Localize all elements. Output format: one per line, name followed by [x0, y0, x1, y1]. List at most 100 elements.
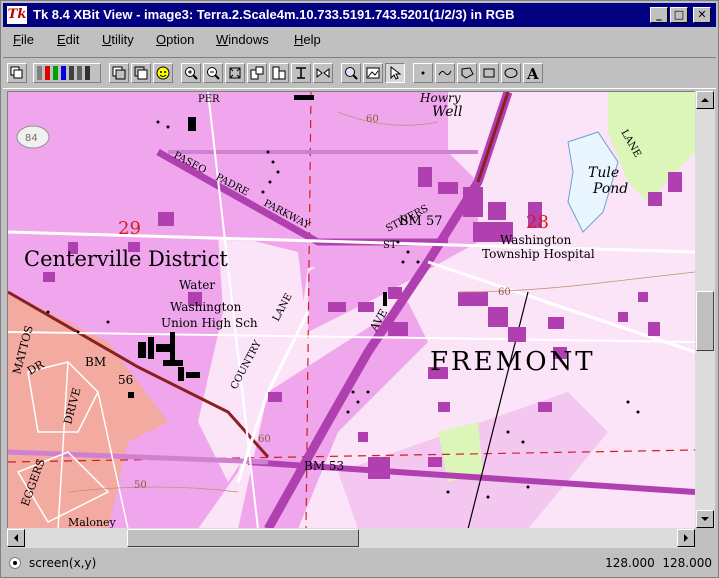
- polygon-icon: [461, 67, 474, 79]
- map-contour-60-b: 60: [498, 287, 511, 298]
- ellipse-icon: [504, 68, 518, 78]
- point-icon: [421, 71, 425, 75]
- horizontal-scroll-thumb[interactable]: [127, 529, 359, 547]
- rectangle-icon: [483, 68, 495, 78]
- text-tool-button[interactable]: A: [523, 63, 543, 83]
- coordinate-mode-label: screen(x,y): [29, 556, 97, 570]
- close-button[interactable]: ✕: [693, 7, 711, 23]
- window-title: Tk 8.4 XBit View - image3: Terra.2.Scale…: [33, 7, 515, 22]
- scroll-up-button[interactable]: [696, 91, 714, 109]
- menu-help-label: elp: [303, 32, 321, 47]
- zoom-out-button[interactable]: [203, 63, 223, 83]
- horizontal-scrollbar[interactable]: [7, 528, 695, 548]
- scroll-left-button[interactable]: [7, 529, 25, 547]
- map-label-bm56-b: 56: [118, 373, 133, 387]
- vertical-scroll-thumb[interactable]: [696, 291, 714, 351]
- zoom-in-icon: [185, 67, 198, 80]
- map-label-hospital-2: Township Hospital: [482, 247, 595, 261]
- rgb-channels-button[interactable]: [33, 63, 101, 83]
- arrow-down-icon: [701, 517, 709, 521]
- point-tool-button[interactable]: [413, 63, 433, 83]
- map-label-per: PER: [198, 94, 220, 105]
- map-label-section-28: 28: [526, 212, 549, 233]
- landscape-icon: [366, 67, 380, 79]
- minimize-button[interactable]: _: [650, 7, 668, 23]
- map-label-water: Water: [179, 278, 215, 292]
- map-label-wash-hs-1: Washington: [170, 300, 242, 314]
- map-contour-50: 50: [134, 480, 147, 491]
- fit-button[interactable]: [225, 63, 245, 83]
- map-label-fremont: FREMONT: [430, 347, 596, 377]
- copy-image-button[interactable]: [7, 63, 27, 83]
- map-label-pond: Pond: [592, 181, 628, 197]
- map-label-tule: Tule: [588, 165, 619, 181]
- map-label-st: ST: [383, 240, 397, 251]
- menu-file-mnemonic: F: [13, 32, 21, 47]
- title-bar: Tk Tk 8.4 XBit View - image3: Terra.2.Sc…: [3, 3, 716, 27]
- flip-button[interactable]: [269, 63, 289, 83]
- map-contour-60-c: 60: [258, 434, 271, 445]
- layer-2-button[interactable]: [131, 63, 151, 83]
- menu-windows-mnemonic: W: [216, 32, 229, 47]
- layer-1-button[interactable]: [109, 63, 129, 83]
- rotate-icon: [250, 66, 264, 80]
- line-icon: [438, 70, 452, 76]
- menu-bar: File Edit Utility Option Windows Help: [3, 29, 716, 51]
- menu-help-mnemonic: H: [294, 32, 304, 47]
- arrow-right-icon: [684, 534, 688, 542]
- map-label-bm53: BM 53: [304, 459, 344, 473]
- mirror-button[interactable]: [313, 63, 333, 83]
- rotate-button[interactable]: [247, 63, 267, 83]
- menu-edit[interactable]: Edit: [57, 32, 79, 47]
- fit-icon: [229, 67, 241, 79]
- pointer-button[interactable]: [385, 63, 405, 83]
- scroll-right-button[interactable]: [677, 529, 695, 547]
- arrow-up-icon: [701, 98, 709, 102]
- menu-edit-label: dit: [65, 32, 80, 47]
- toolbar: A: [3, 57, 716, 89]
- menu-option-label: ption: [166, 32, 195, 47]
- line-tool-button[interactable]: [435, 63, 455, 83]
- rgb-channels-icon: [37, 66, 90, 80]
- map-label-section-29: 29: [118, 218, 141, 239]
- app-window: Tk Tk 8.4 XBit View - image3: Terra.2.Sc…: [0, 0, 719, 578]
- map-label-well: Well: [432, 104, 463, 120]
- coordinate-mode-radio[interactable]: [9, 557, 21, 569]
- menu-help[interactable]: Help: [294, 32, 321, 47]
- menu-utility[interactable]: Utility: [102, 32, 134, 47]
- arrow-left-icon: [14, 534, 18, 542]
- menu-file[interactable]: File: [13, 32, 34, 47]
- maximize-button[interactable]: □: [670, 7, 688, 23]
- map-label-hospital-1: Washington: [500, 233, 572, 247]
- menu-utility-label: tility: [111, 32, 134, 47]
- status-bar: screen(x,y) 128.000 128.000: [3, 551, 716, 575]
- route-84-label: 84: [25, 133, 38, 144]
- ellipse-tool-button[interactable]: [501, 63, 521, 83]
- coordinate-readout: 128.000 128.000: [605, 556, 712, 570]
- menu-windows-label: indows: [228, 32, 269, 47]
- zoom-in-button[interactable]: [181, 63, 201, 83]
- layer-2-icon: [134, 66, 148, 80]
- menu-windows[interactable]: Windows: [216, 32, 269, 47]
- transpose-icon: [296, 67, 306, 79]
- smiley-icon: [156, 66, 170, 80]
- mirror-icon: [316, 67, 330, 79]
- map-label-bm56-a: BM: [85, 355, 106, 369]
- image-viewport[interactable]: 84 PER Howry Well LANE Tule Pond PASEO P…: [7, 91, 695, 529]
- layer-1-icon: [112, 66, 126, 80]
- copy-image-icon: [10, 66, 23, 79]
- magnifier-button[interactable]: [341, 63, 361, 83]
- transpose-button[interactable]: [291, 63, 311, 83]
- rectangle-tool-button[interactable]: [479, 63, 499, 83]
- menu-option[interactable]: Option: [156, 32, 194, 47]
- vertical-scrollbar[interactable]: [695, 91, 715, 528]
- landscape-button[interactable]: [363, 63, 383, 83]
- scroll-down-button[interactable]: [696, 510, 714, 528]
- topo-map[interactable]: 84 PER Howry Well LANE Tule Pond PASEO P…: [8, 92, 695, 529]
- menu-file-label: ile: [20, 32, 34, 47]
- polygon-tool-button[interactable]: [457, 63, 477, 83]
- pointer-icon: [390, 66, 402, 80]
- text-icon: A: [526, 66, 539, 80]
- flip-icon: [272, 66, 286, 80]
- smiley-button[interactable]: [153, 63, 173, 83]
